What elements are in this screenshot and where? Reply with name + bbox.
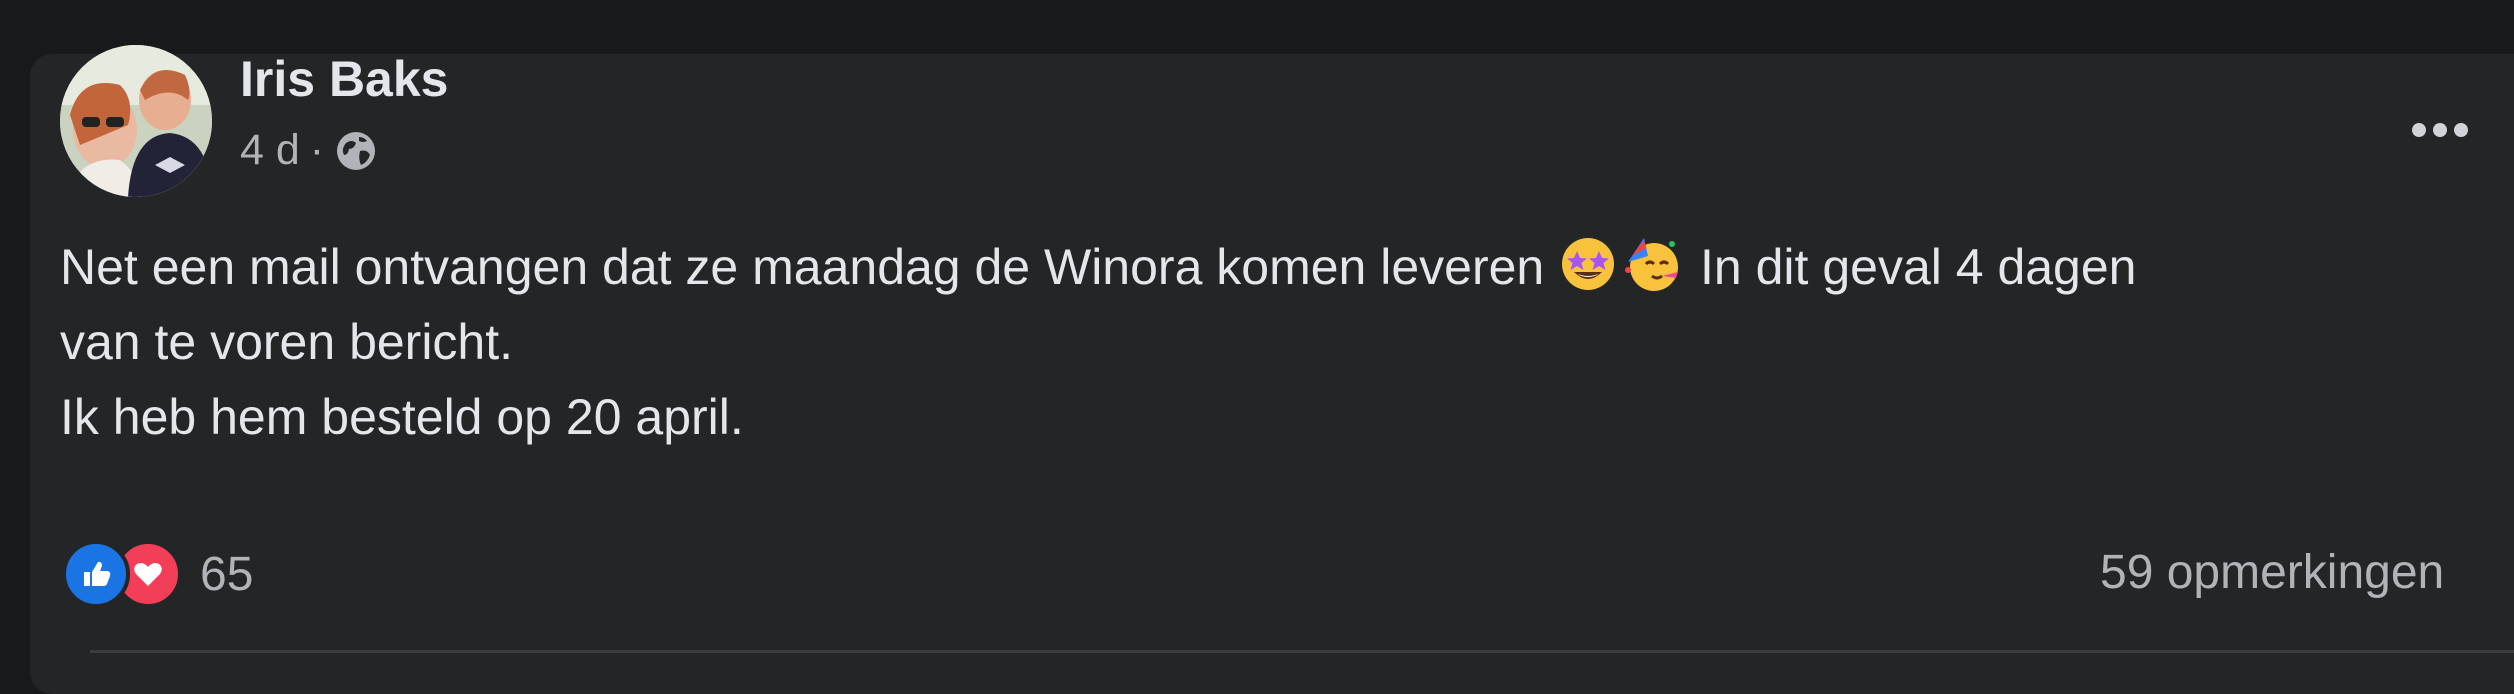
reaction-count: 65: [200, 547, 254, 601]
action-divider: [90, 650, 2514, 653]
post-text-segment: Net een mail ontvangen dat ze maandag de…: [60, 239, 1545, 295]
globe-icon[interactable]: [334, 129, 378, 173]
author-avatar[interactable]: [60, 45, 212, 197]
post-meta: 4 d ·: [240, 126, 378, 175]
reactions-summary[interactable]: 65: [62, 540, 253, 608]
star-struck-emoji: [1562, 238, 1615, 290]
post-text-segment: In dit geval 4 dagen: [1686, 239, 2137, 295]
post-text-line: van te voren bericht.: [60, 314, 514, 370]
more-dot-icon: [2412, 123, 2426, 137]
more-dot-icon: [2454, 123, 2468, 137]
author-name[interactable]: Iris Baks: [240, 50, 448, 108]
meta-separator: ·: [309, 126, 325, 174]
more-dot-icon: [2433, 123, 2447, 137]
post-text-line: Ik heb hem besteld op 20 april.: [60, 389, 744, 445]
partying-face-emoji: [1625, 238, 1679, 291]
like-icon: [62, 540, 130, 608]
post-text: Net een mail ontvangen dat ze maandag de…: [60, 230, 2500, 455]
post-time[interactable]: 4 d: [240, 126, 300, 175]
comments-count-link[interactable]: 59 opmerkingen: [2100, 545, 2444, 600]
post-text-line: Net een mail ontvangen dat ze maandag de…: [60, 230, 2500, 305]
more-options-button[interactable]: [2380, 100, 2500, 160]
